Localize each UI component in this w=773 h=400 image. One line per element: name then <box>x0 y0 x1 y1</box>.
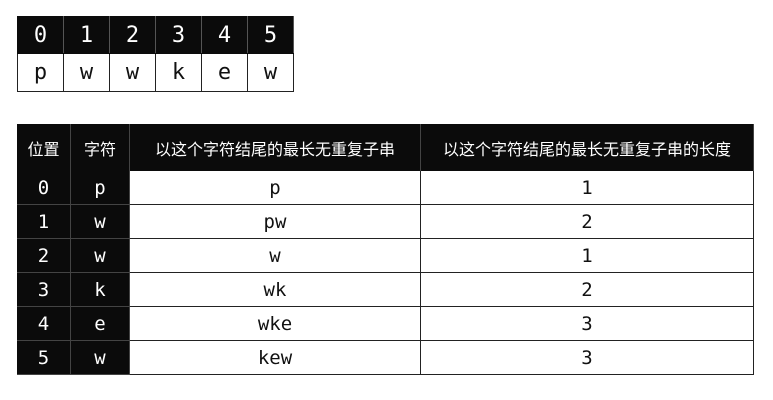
table-row: 0 p p 1 <box>17 171 754 205</box>
cell-substring: wk <box>129 272 421 307</box>
cell-length: 3 <box>420 306 754 341</box>
cell-position: 4 <box>17 306 71 341</box>
cell-substring: kew <box>129 340 421 375</box>
cell-length: 1 <box>420 171 754 205</box>
array-char-cell: w <box>63 53 110 92</box>
array-index-cell: 0 <box>17 16 64 54</box>
cell-char: e <box>70 306 130 341</box>
cell-substring: pw <box>129 204 421 239</box>
cell-length: 1 <box>420 238 754 273</box>
table-row: 1 w pw 2 <box>17 204 754 239</box>
table-row: 4 e wke 3 <box>17 306 754 341</box>
header-position: 位置 <box>17 124 71 171</box>
array-char-cell: e <box>201 53 248 92</box>
header-char: 字符 <box>70 124 130 171</box>
array-index-cell: 5 <box>247 16 294 54</box>
cell-char: k <box>70 272 130 307</box>
cell-length: 2 <box>420 204 754 239</box>
array-char-cell: w <box>247 53 294 92</box>
cell-position: 1 <box>17 204 71 239</box>
table-header-row: 位置 字符 以这个字符结尾的最长无重复子串 以这个字符结尾的最长无重复子串的长度 <box>17 124 754 171</box>
cell-position: 0 <box>17 171 71 205</box>
cell-length: 2 <box>420 272 754 307</box>
cell-substring: wke <box>129 306 421 341</box>
table-row: 2 w w 1 <box>17 238 754 273</box>
header-substring: 以这个字符结尾的最长无重复子串 <box>129 124 421 171</box>
array-index-cell: 1 <box>63 16 110 54</box>
array-index-cell: 4 <box>201 16 248 54</box>
array-char-cell: w <box>109 53 156 92</box>
cell-char: w <box>70 340 130 375</box>
array-index-cell: 2 <box>109 16 156 54</box>
array-char-cell: p <box>17 53 64 92</box>
cell-position: 5 <box>17 340 71 375</box>
table-row: 3 k wk 2 <box>17 272 754 307</box>
cell-substring: p <box>129 171 421 205</box>
cell-substring: w <box>129 238 421 273</box>
table-row: 5 w kew 3 <box>17 340 754 375</box>
array-char-cell: k <box>155 53 202 92</box>
cell-position: 3 <box>17 272 71 307</box>
substring-table: 位置 字符 以这个字符结尾的最长无重复子串 以这个字符结尾的最长无重复子串的长度… <box>17 124 754 375</box>
array-index-cell: 3 <box>155 16 202 54</box>
cell-char: w <box>70 204 130 239</box>
header-length: 以这个字符结尾的最长无重复子串的长度 <box>420 124 754 171</box>
cell-char: p <box>70 171 130 205</box>
cell-char: w <box>70 238 130 273</box>
array-char-row: p w w k e w <box>17 53 294 92</box>
array-strip: 0 1 2 3 4 5 p w w k e w <box>17 16 294 92</box>
cell-position: 2 <box>17 238 71 273</box>
cell-length: 3 <box>420 340 754 375</box>
array-index-row: 0 1 2 3 4 5 <box>17 16 294 54</box>
